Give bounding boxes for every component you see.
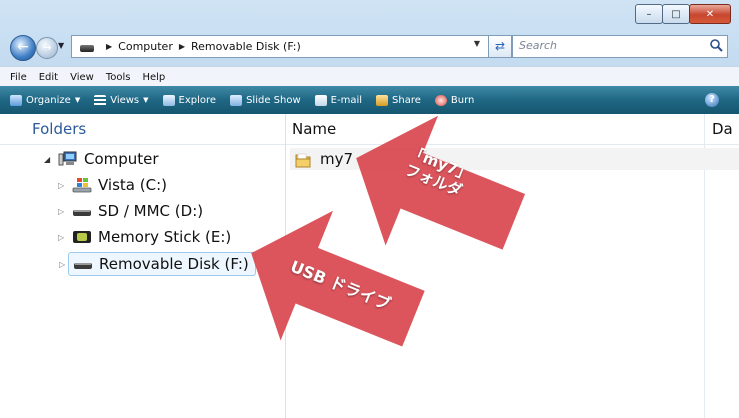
annotation-layer (251, 115, 526, 347)
